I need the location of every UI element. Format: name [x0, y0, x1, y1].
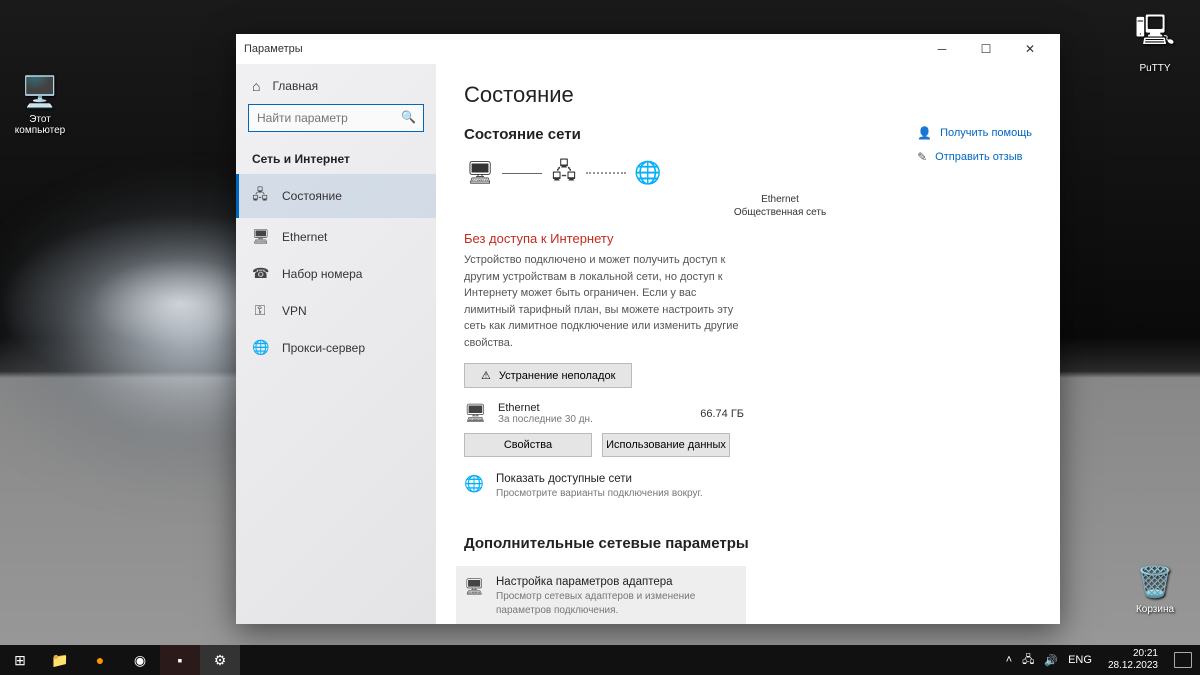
nav-label: Прокси-сервер: [282, 341, 365, 355]
nav-label: Состояние: [282, 189, 342, 203]
usage-period: За последние 30 дн.: [498, 414, 593, 425]
troubleshoot-button[interactable]: ⚠ Устранение неполадок: [464, 363, 632, 388]
nav-label: Ethernet: [282, 230, 327, 244]
usage-row: 🖥 Ethernet За последние 30 дн. 66.74 ГБ: [464, 402, 744, 425]
warning-text: Устройство подключено и может получить д…: [464, 252, 744, 351]
settings-window: Параметры ─ ☐ ✕ ⌂ Главная 🔍 Сеть и Интер…: [236, 34, 1060, 624]
close-button[interactable]: ✕: [1008, 34, 1052, 64]
tray-volume-icon[interactable]: 🔊: [1044, 654, 1058, 667]
adapter-icon: 🖥: [464, 577, 484, 597]
maximize-button[interactable]: ☐: [964, 34, 1008, 64]
feedback-link[interactable]: ✎Отправить отзыв: [917, 150, 1032, 164]
start-button[interactable]: ⊞: [0, 645, 40, 675]
desktop-icon-recycle-bin[interactable]: 🗑️ Корзина: [1130, 565, 1180, 615]
putty-icon: 🖳: [1130, 8, 1180, 59]
desktop-icon-label: Этот компьютер: [15, 114, 65, 136]
usage-value: 66.74 ГБ: [700, 408, 744, 420]
monitor-icon: 🖥: [464, 403, 486, 424]
nav-label: VPN: [282, 304, 307, 318]
taskbar-settings[interactable]: ⚙: [200, 645, 240, 675]
usage-name: Ethernet: [498, 402, 593, 414]
taskbar-explorer[interactable]: 📁: [40, 645, 80, 675]
nav-label: Набор номера: [282, 267, 362, 281]
available-networks-link[interactable]: 🌐 Показать доступные сети Просмотрите ва…: [464, 463, 754, 511]
sidebar: ⌂ Главная 🔍 Сеть и Интернет 🖧 Состояние …: [236, 64, 436, 624]
data-usage-button[interactable]: Использование данных: [602, 433, 730, 457]
title-bar[interactable]: Параметры ─ ☐ ✕: [236, 34, 1060, 64]
nav-status[interactable]: 🖧 Состояние: [236, 174, 436, 218]
content-pane[interactable]: 👤Получить помощь ✎Отправить отзыв Состоя…: [436, 64, 1060, 624]
home-link[interactable]: ⌂ Главная: [236, 68, 436, 104]
search-input[interactable]: [248, 104, 424, 132]
vpn-icon: ⚿: [252, 302, 268, 319]
network-caption: Ethernet Общественная сеть: [528, 193, 1032, 219]
tray-clock[interactable]: 20:21 28.12.2023: [1102, 648, 1164, 672]
system-tray: ˄ 🖧 🔊 ENG 20:21 28.12.2023: [998, 648, 1200, 672]
globe-icon: 🌐: [632, 157, 664, 189]
status-icon: 🖧: [252, 184, 268, 208]
bin-icon: 🗑️: [1130, 565, 1180, 600]
sidebar-section-title: Сеть и Интернет: [236, 140, 436, 174]
ethernet-icon: 🖥: [252, 228, 268, 245]
properties-button[interactable]: Свойства: [464, 433, 592, 457]
nav-vpn[interactable]: ⚿ VPN: [236, 292, 436, 329]
dialup-icon: ☎: [252, 265, 268, 282]
help-icon: 👤: [917, 126, 932, 140]
tray-chevron-icon[interactable]: ˄: [1006, 654, 1012, 666]
desktop-icon-pc[interactable]: 🖥️ Этот компьютер: [10, 75, 70, 136]
warning-icon: ⚠: [481, 369, 491, 382]
adv-section-title: Дополнительные сетевые параметры: [464, 535, 1032, 552]
adapter-settings-link[interactable]: 🖥 Настройка параметров адаптера Просмотр…: [456, 566, 746, 624]
monitor-icon: 🖥️: [10, 75, 70, 110]
warning-title: Без доступа к Интернету: [464, 231, 1032, 246]
nav-proxy[interactable]: 🌐 Прокси-сервер: [236, 329, 436, 366]
tray-network-icon[interactable]: 🖧: [1022, 651, 1034, 670]
feedback-icon: ✎: [917, 150, 927, 164]
taskbar-chrome[interactable]: ◉: [120, 645, 160, 675]
tray-lang[interactable]: ENG: [1068, 654, 1092, 666]
taskbar-app[interactable]: ▪: [160, 645, 200, 675]
router-icon: 🖧: [548, 157, 580, 189]
get-help-link[interactable]: 👤Получить помощь: [917, 126, 1032, 140]
globe-icon: 🌐: [464, 474, 484, 494]
taskbar-firefox[interactable]: ●: [80, 645, 120, 675]
window-title: Параметры: [244, 43, 303, 55]
proxy-icon: 🌐: [252, 339, 268, 356]
home-label: Главная: [272, 79, 318, 93]
nav-dialup[interactable]: ☎ Набор номера: [236, 255, 436, 292]
home-icon: ⌂: [252, 78, 260, 94]
pc-icon: 🖥: [464, 157, 496, 189]
page-title: Состояние: [464, 82, 1032, 108]
taskbar: ⊞ 📁 ● ◉ ▪ ⚙ ˄ 🖧 🔊 ENG 20:21 28.12.2023: [0, 645, 1200, 675]
help-links: 👤Получить помощь ✎Отправить отзыв: [917, 126, 1032, 174]
desktop-icon-label: PuTTY: [1139, 63, 1170, 74]
desktop-icon-putty[interactable]: 🖳 PuTTY: [1130, 8, 1180, 74]
nav-ethernet[interactable]: 🖥 Ethernet: [236, 218, 436, 255]
minimize-button[interactable]: ─: [920, 34, 964, 64]
desktop-icon-label: Корзина: [1136, 604, 1174, 615]
tray-notifications-icon[interactable]: [1174, 652, 1192, 668]
